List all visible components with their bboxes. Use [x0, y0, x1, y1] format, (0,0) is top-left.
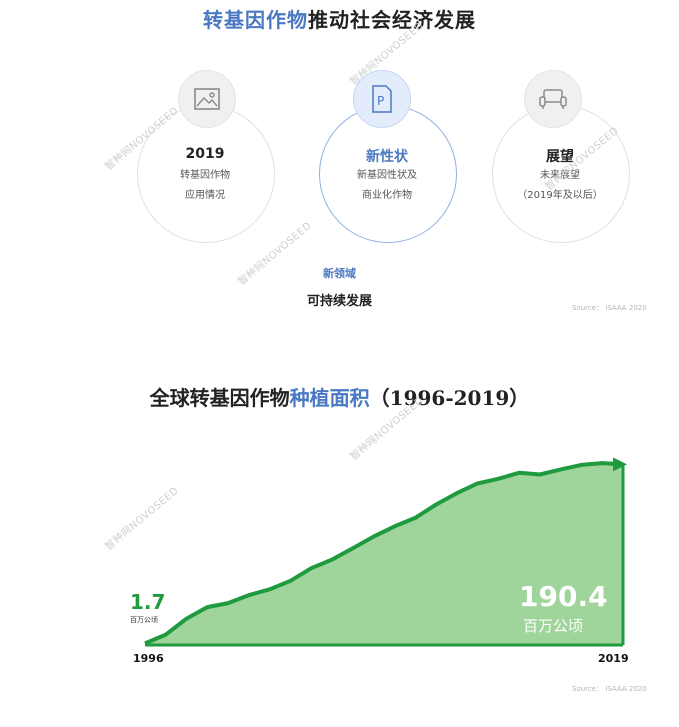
end-unit-label: 百万公顷 — [523, 617, 584, 635]
source-note: Source： ISAAA 2020 — [572, 685, 647, 693]
circle-heading-new-traits: 新性状 — [366, 149, 408, 165]
svg-text:P: P — [377, 94, 384, 108]
circle-line2: 商业化作物 — [362, 190, 412, 201]
image-icon — [178, 70, 236, 128]
x-tick-label-end: 2019 — [598, 652, 629, 665]
source-note: Source： ISAAA 2020 — [572, 304, 647, 312]
start-unit-label: 百万公顷 — [130, 616, 158, 624]
new-field-label: 新领域 — [323, 267, 356, 280]
x-tick-label-start: 1996 — [133, 652, 164, 665]
sofa-icon — [524, 70, 582, 128]
circle-heading-2019: 2019 — [185, 146, 225, 162]
start-value-label: 1.7 — [130, 590, 166, 614]
circle-heading-outlook: 展望 — [546, 149, 574, 165]
circle-line1: 新基因性状及 — [357, 170, 417, 181]
chart-title: 全球转基因作物种植面积（1996-2019） — [149, 386, 530, 410]
circle-line1: 转基因作物 — [180, 170, 230, 181]
end-value-label: 190.4 — [519, 580, 608, 613]
circle-line2: （2019年及以后） — [517, 190, 603, 201]
page-title: 转基因作物推动社会经济发展 — [203, 8, 476, 32]
circle-line2: 应用情况 — [185, 190, 225, 201]
